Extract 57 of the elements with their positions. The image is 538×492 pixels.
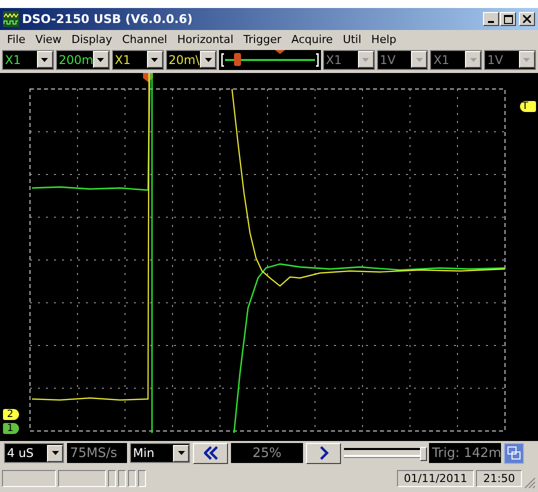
close-icon xyxy=(523,15,531,23)
menu-item[interactable]: Channel xyxy=(117,32,172,46)
dropdown[interactable]: 200m xyxy=(56,50,110,70)
position-display: 25% xyxy=(231,443,303,463)
dropdown[interactable]: X1 xyxy=(112,50,164,70)
window-title: DSO-2150 USB (V6.0.0.6) xyxy=(22,12,194,26)
caret-icon xyxy=(178,451,184,455)
minimize-button[interactable] xyxy=(483,12,499,26)
menu-item[interactable]: View xyxy=(30,32,67,46)
double-chevron-left-icon xyxy=(204,446,218,460)
dropdown[interactable]: X1 xyxy=(2,50,54,70)
caret-icon xyxy=(52,451,58,455)
menu-item[interactable]: Acquire xyxy=(286,32,338,46)
overlapping-windows-icon xyxy=(507,446,521,460)
menu-item[interactable]: Display xyxy=(66,32,118,46)
status-segment xyxy=(118,470,126,486)
close-button[interactable] xyxy=(519,12,535,26)
menu-item[interactable]: Trigger xyxy=(238,32,286,46)
scroll-right-button[interactable] xyxy=(306,442,341,464)
timebase-dropdown[interactable]: 4 uS xyxy=(4,443,64,463)
maximize-button[interactable] xyxy=(500,12,516,26)
sample-rate-display: 75MS/s xyxy=(67,443,127,463)
acquire-mode-dropdown[interactable]: Min xyxy=(130,443,190,463)
trigger-level-marker[interactable]: T xyxy=(520,101,536,112)
caret-icon xyxy=(470,58,477,62)
caret-icon xyxy=(523,58,530,62)
caret-icon xyxy=(416,58,423,62)
status-segment xyxy=(108,470,116,486)
menu-item[interactable]: Util xyxy=(338,32,366,46)
horizontal-slider[interactable] xyxy=(344,444,426,462)
status-date: 01/11/2011 xyxy=(396,470,474,486)
caret-icon xyxy=(97,58,104,62)
scroll-left-button[interactable] xyxy=(193,442,228,464)
menu-item[interactable]: Help xyxy=(366,32,402,46)
bracket-icon xyxy=(314,52,319,66)
resize-grip-icon xyxy=(524,477,536,489)
dropdown[interactable]: 20m\ xyxy=(166,50,218,70)
trigger-readout: Trig: 142m xyxy=(429,443,501,463)
maximize-icon xyxy=(504,14,512,24)
menu-item[interactable]: File xyxy=(2,32,30,46)
channel-marker[interactable]: 1 xyxy=(3,423,19,434)
status-segment xyxy=(138,470,146,486)
caret-icon xyxy=(151,58,158,62)
status-segment xyxy=(128,470,136,486)
waveform-icon xyxy=(3,11,19,27)
caret-icon xyxy=(204,58,212,62)
channel-marker[interactable]: 2 xyxy=(3,409,19,420)
window-icon[interactable] xyxy=(504,442,524,464)
trigger-position-slider[interactable] xyxy=(219,50,321,70)
caret-icon xyxy=(362,58,370,62)
trigger-pointer-icon xyxy=(143,73,153,82)
menu-item[interactable]: Horizontal xyxy=(172,32,238,46)
bracket-icon xyxy=(221,52,226,66)
status-time: 21:50 xyxy=(476,470,522,486)
status-panel xyxy=(2,470,56,486)
caret-icon xyxy=(41,58,48,62)
status-panel xyxy=(58,470,106,486)
